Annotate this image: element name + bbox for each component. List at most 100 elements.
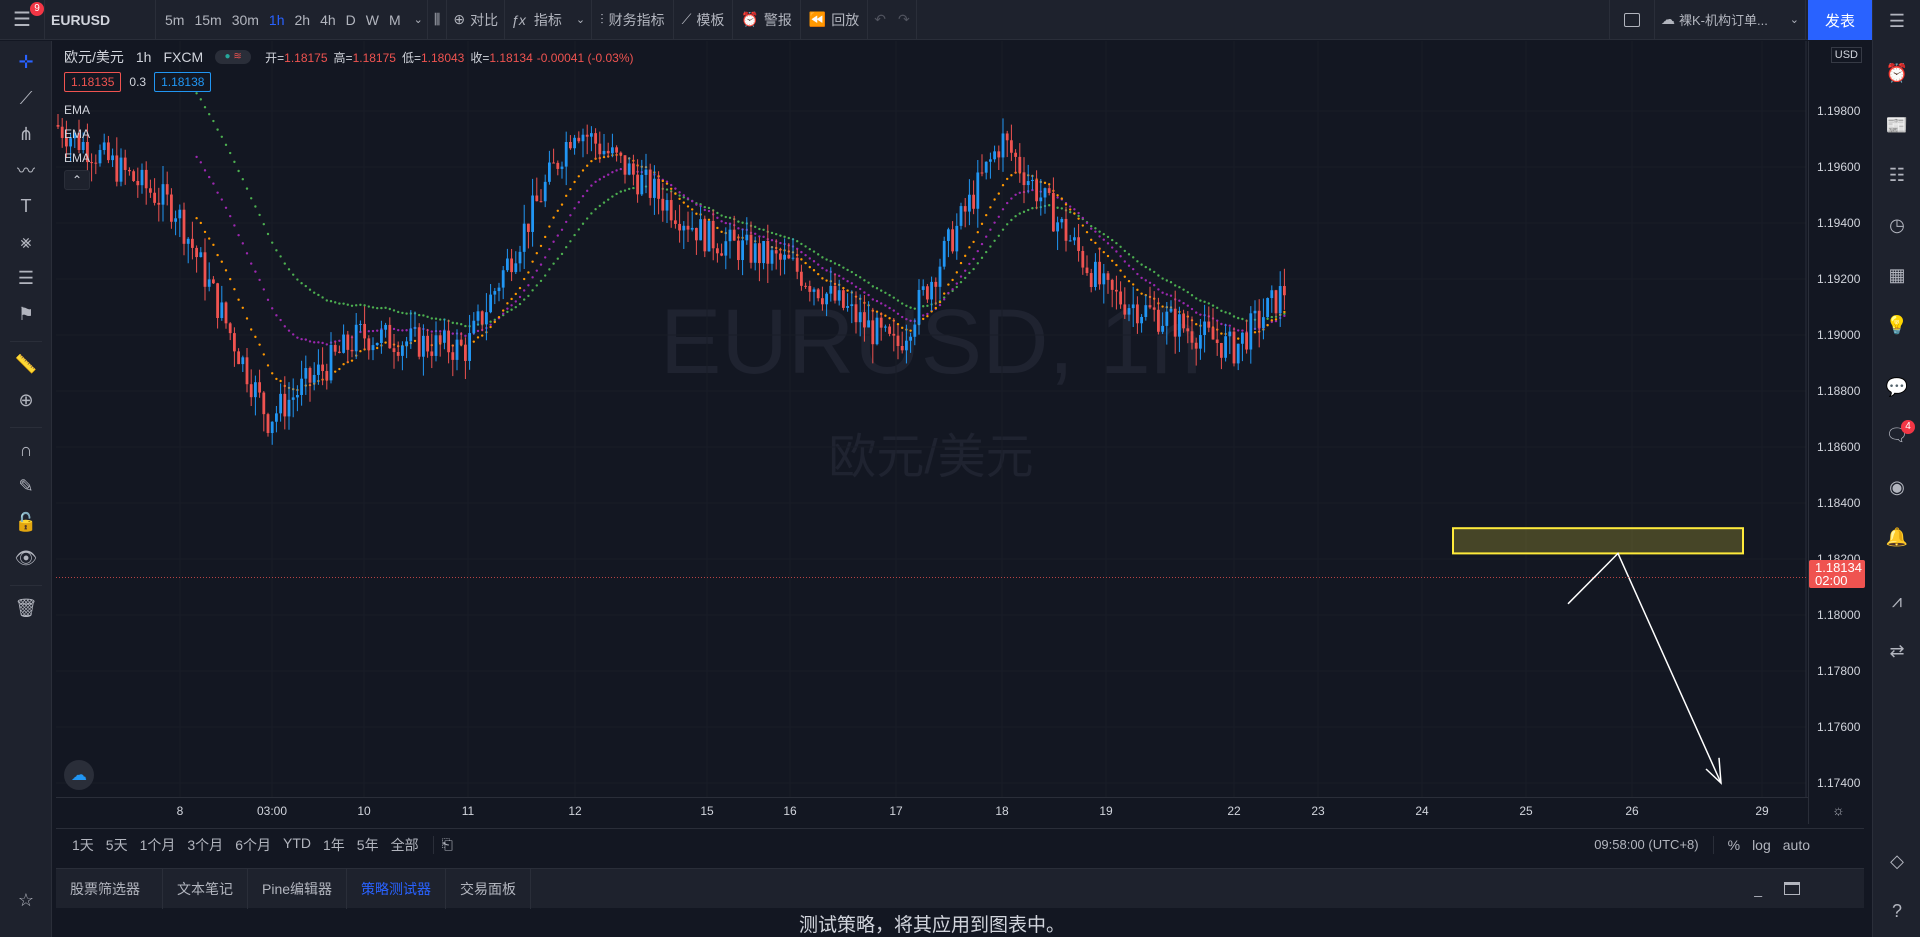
panel-tab[interactable]: 文本笔记: [163, 868, 248, 909]
timeframe-1h[interactable]: 1h: [264, 12, 290, 28]
auto-toggle[interactable]: auto: [1777, 837, 1816, 853]
indicator-ema[interactable]: EMA: [64, 98, 634, 122]
panel-tab[interactable]: Pine编辑器: [248, 868, 348, 909]
candle: [1241, 332, 1244, 344]
time-axis[interactable]: 8 03:00 10 11 12 15 16 17 18 19 22 23 24 25 26 29 ☼: [56, 797, 1845, 825]
layers-icon[interactable]: ◇: [1882, 846, 1912, 876]
symbol-search[interactable]: EURUSD: [45, 0, 155, 40]
bell-icon[interactable]: 🔔: [1882, 522, 1912, 552]
goto-date-icon[interactable]: ⎗: [442, 836, 453, 853]
ideas-icon[interactable]: ⩘: [1882, 586, 1912, 616]
timeframe-5m[interactable]: 5m: [160, 12, 189, 28]
buy-price-button[interactable]: 1.18138: [154, 72, 212, 92]
layout-name-button[interactable]: ☁ 裸K-机构订单... ⌄: [1655, 0, 1805, 40]
ema-point: [531, 276, 534, 279]
minimize-icon[interactable]: _: [1754, 881, 1762, 897]
panel-tab[interactable]: 股票筛选器: [56, 868, 163, 909]
timeframe-W[interactable]: W: [361, 12, 384, 28]
panel-tab[interactable]: 交易面板: [446, 868, 532, 909]
templates-button[interactable]: ⟋ 模板: [674, 0, 733, 40]
menu-button[interactable]: ☰ 9: [0, 0, 44, 40]
timeframe-4h[interactable]: 4h: [315, 12, 341, 28]
range-button[interactable]: 6个月: [229, 835, 277, 855]
pattern-icon[interactable]: 〰: [11, 157, 41, 183]
trend-line-icon[interactable]: ⟋: [11, 85, 41, 111]
range-button[interactable]: YTD: [277, 835, 317, 855]
replay-button[interactable]: ⏪ 回放: [801, 0, 867, 40]
text-icon[interactable]: T: [11, 193, 41, 219]
projection-arrow[interactable]: [1567, 552, 1722, 784]
trash-icon[interactable]: 🗑: [11, 595, 41, 621]
candle: [669, 200, 673, 221]
magnet-icon[interactable]: ∩: [11, 437, 41, 463]
collapse-legend-button[interactable]: ⌃: [64, 170, 90, 190]
lightbulb-icon[interactable]: 💡: [1882, 310, 1912, 340]
news-icon[interactable]: 📰: [1882, 110, 1912, 140]
ema-point: [434, 317, 438, 320]
alert-button[interactable]: ⏰ 警报: [733, 0, 799, 40]
zoom-in-icon[interactable]: ⊕: [11, 387, 41, 413]
publish-button[interactable]: 发表: [1808, 0, 1872, 40]
range-button[interactable]: 1个月: [134, 835, 182, 855]
currency-label[interactable]: USD: [1830, 47, 1862, 63]
sell-price-button[interactable]: 1.18135: [64, 72, 122, 92]
timeframe-M[interactable]: M: [384, 12, 406, 28]
ema-point: [1106, 254, 1110, 258]
ema-point: [720, 214, 723, 217]
streams-icon[interactable]: ◉: [1882, 472, 1912, 502]
ema-point: [275, 249, 278, 252]
range-button[interactable]: 1天: [66, 835, 100, 855]
ema-point: [909, 329, 912, 332]
timeframe-2h[interactable]: 2h: [290, 12, 316, 28]
indicator-ema[interactable]: EMA: [64, 122, 634, 146]
ema-point: [821, 256, 824, 259]
log-toggle[interactable]: log: [1746, 837, 1777, 853]
compare-button[interactable]: ⊕ 对比: [447, 0, 504, 40]
maximize-icon[interactable]: [1784, 882, 1800, 895]
alarm-clock-icon[interactable]: ⏰: [1882, 58, 1912, 88]
fib-icon[interactable]: ☰: [11, 265, 41, 291]
supply-zone-rectangle[interactable]: [1452, 527, 1744, 555]
xabcd-icon[interactable]: ⨳: [11, 229, 41, 255]
legend-title[interactable]: 欧元/美元: [64, 47, 124, 67]
crosshair-icon[interactable]: ✛: [11, 49, 41, 75]
pencil-lock-icon[interactable]: ✎: [11, 473, 41, 499]
watchlist-icon[interactable]: ☰: [1882, 6, 1912, 36]
layout-toggle-button[interactable]: [1610, 0, 1654, 40]
clock[interactable]: 09:58:00 (UTC+8): [1594, 837, 1698, 852]
range-button[interactable]: 1年: [317, 835, 351, 855]
financials-button[interactable]: ⫶ 财务指标: [592, 0, 673, 40]
range-button[interactable]: 5天: [100, 835, 134, 855]
timeframe-30m[interactable]: 30m: [227, 12, 264, 28]
range-button[interactable]: 3个月: [181, 835, 229, 855]
chart-type-button[interactable]: ⫼: [428, 0, 446, 40]
chevron-down-icon[interactable]: ⌄: [410, 13, 427, 26]
axis-settings-icon[interactable]: ☼: [1832, 802, 1845, 818]
list-icon[interactable]: ☷: [1882, 160, 1912, 190]
range-button[interactable]: 全部: [385, 835, 425, 855]
lock-icon[interactable]: 🔓: [11, 509, 41, 535]
timeframe-D[interactable]: D: [341, 12, 361, 28]
ruler-icon[interactable]: 📏: [11, 351, 41, 377]
redo-button[interactable]: ↷: [892, 0, 916, 40]
undo-button[interactable]: ↶: [868, 0, 892, 40]
market-status-icon[interactable]: ● ≋: [215, 50, 252, 64]
indicator-ema[interactable]: EMA: [64, 146, 634, 170]
timeframe-15m[interactable]: 15m: [189, 12, 226, 28]
pitchfork-icon[interactable]: ⋔: [11, 121, 41, 147]
ema-point: [1241, 329, 1244, 332]
tradingview-logo[interactable]: ☁: [64, 760, 94, 790]
panel-tab[interactable]: 策略测试器: [347, 868, 447, 909]
calendar-icon[interactable]: ▦: [1882, 260, 1912, 290]
price-axis[interactable]: USD 1.19800 1.19600 1.19400 1.19200 1.19000 1…: [1808, 41, 1872, 824]
order-panel-icon[interactable]: ⇄: [1882, 636, 1912, 666]
range-button[interactable]: 5年: [351, 835, 385, 855]
eye-icon[interactable]: 👁: [11, 545, 41, 571]
help-icon[interactable]: ?: [1882, 896, 1912, 926]
flag-icon[interactable]: ⚑: [11, 301, 41, 327]
star-icon[interactable]: ☆: [11, 887, 41, 913]
chat-icon[interactable]: 💬: [1882, 372, 1912, 402]
data-window-icon[interactable]: ◷: [1882, 210, 1912, 240]
indicators-button[interactable]: ƒx 指标 ⌄: [505, 0, 591, 40]
percent-toggle[interactable]: %: [1722, 837, 1746, 853]
